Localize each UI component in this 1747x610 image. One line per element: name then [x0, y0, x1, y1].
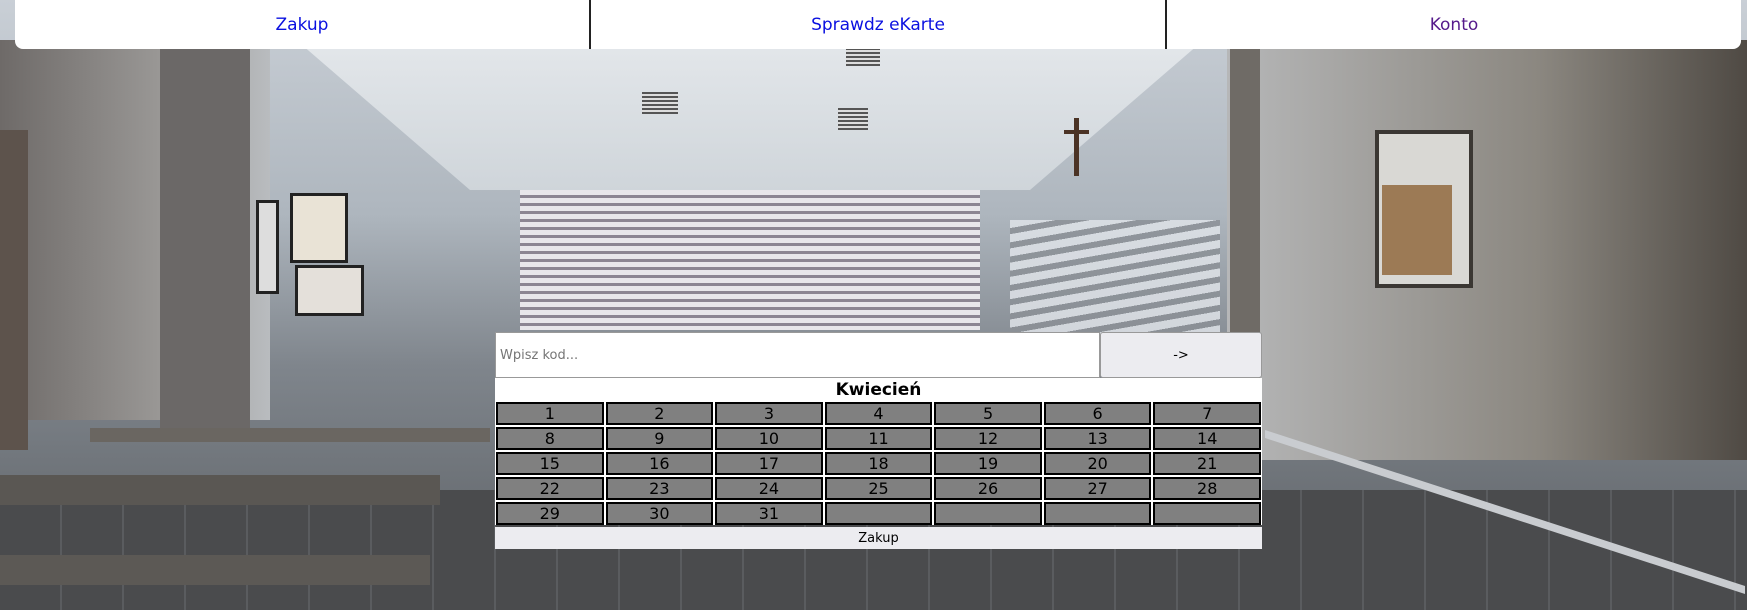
- calendar-day[interactable]: 11: [824, 427, 933, 450]
- top-nav: Zakup Sprawdz eKarte Konto: [15, 0, 1741, 49]
- calendar-day[interactable]: 13: [1043, 427, 1152, 450]
- calendar-day[interactable]: 23: [605, 477, 714, 500]
- calendar-day[interactable]: 20: [1043, 452, 1152, 475]
- calendar-day[interactable]: 3: [715, 402, 823, 425]
- calendar-day[interactable]: 4: [824, 402, 933, 425]
- calendar-day[interactable]: 29: [496, 502, 604, 525]
- submit-code-button[interactable]: ->: [1100, 332, 1262, 378]
- buy-button[interactable]: Zakup: [495, 527, 1262, 549]
- calendar-day[interactable]: 14: [1153, 427, 1261, 450]
- nav-link-zakup[interactable]: Zakup: [15, 0, 589, 49]
- calendar-day[interactable]: 10: [715, 427, 823, 450]
- calendar-day-empty: [1043, 502, 1152, 525]
- calendar-day[interactable]: 7: [1153, 402, 1261, 425]
- calendar-day[interactable]: 30: [605, 502, 714, 525]
- calendar-day[interactable]: 6: [1043, 402, 1152, 425]
- calendar-day[interactable]: 8: [496, 427, 604, 450]
- calendar-day[interactable]: 26: [934, 477, 1042, 500]
- calendar-day-grid: 1 2 3 4 5 6 7 8 9 10 11 12 13 14 15 16 17 18 19 20 21 22 23 24 2…: [495, 402, 1262, 525]
- calendar-day[interactable]: 2: [605, 402, 714, 425]
- calendar-day[interactable]: 15: [496, 452, 604, 475]
- calendar-day[interactable]: 1: [496, 402, 604, 425]
- calendar-day[interactable]: 16: [605, 452, 714, 475]
- calendar-day-empty: [934, 502, 1042, 525]
- calendar-day[interactable]: 22: [496, 477, 604, 500]
- calendar-month-title: Kwiecień: [835, 380, 922, 400]
- code-form: ->: [495, 332, 1262, 378]
- calendar-day[interactable]: 31: [715, 502, 823, 525]
- calendar-day[interactable]: 5: [934, 402, 1042, 425]
- calendar-day[interactable]: 21: [1153, 452, 1261, 475]
- nav-link-sprawdz-ekarte[interactable]: Sprawdz eKarte: [589, 0, 1165, 49]
- nav-link-konto[interactable]: Konto: [1165, 0, 1741, 49]
- calendar: Kwiecień 1 2 3 4 5 6 7 8 9 10 11 12 13 14 15 16 17 18 19 20…: [495, 378, 1262, 525]
- code-input[interactable]: [495, 332, 1100, 378]
- calendar-day[interactable]: 19: [934, 452, 1042, 475]
- calendar-day[interactable]: 12: [934, 427, 1042, 450]
- calendar-day[interactable]: 24: [715, 477, 823, 500]
- calendar-day-empty: [1153, 502, 1261, 525]
- calendar-day[interactable]: 9: [605, 427, 714, 450]
- calendar-day[interactable]: 17: [715, 452, 823, 475]
- calendar-day[interactable]: 18: [824, 452, 933, 475]
- calendar-day[interactable]: 25: [824, 477, 933, 500]
- calendar-day[interactable]: 27: [1043, 477, 1152, 500]
- calendar-day-empty: [824, 502, 933, 525]
- calendar-day[interactable]: 28: [1153, 477, 1261, 500]
